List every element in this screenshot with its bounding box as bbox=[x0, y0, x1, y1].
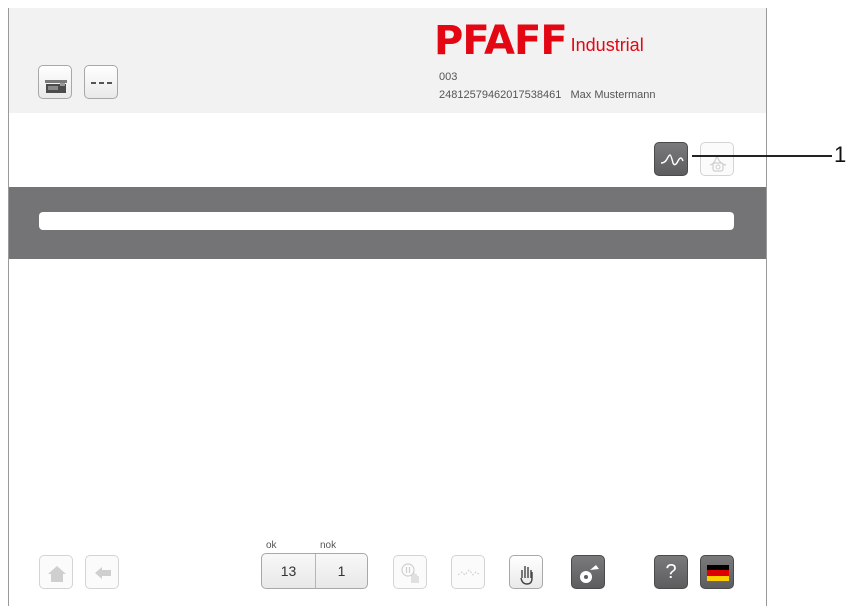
status-band bbox=[9, 187, 766, 259]
ok-count: 13 bbox=[280, 563, 297, 579]
bobbin-weight-button[interactable] bbox=[700, 142, 734, 176]
stitch-curve-button[interactable] bbox=[451, 555, 485, 589]
brand-name: PFAFF bbox=[434, 18, 568, 64]
seam-curve-icon bbox=[660, 154, 684, 166]
stitch-curve-icon bbox=[457, 569, 481, 576]
hand-icon bbox=[520, 566, 533, 585]
bobbin-thread-icon bbox=[580, 565, 599, 583]
back-button[interactable] bbox=[85, 555, 119, 589]
german-flag-icon bbox=[707, 565, 729, 581]
seam-curve-button[interactable] bbox=[654, 142, 688, 176]
nok-label: nok bbox=[320, 540, 337, 551]
brand-logo: PFAFF Industrial bbox=[434, 18, 644, 64]
progress-bar bbox=[39, 212, 734, 230]
nok-count: 1 bbox=[337, 563, 346, 579]
header: PFAFF Industrial 003 24812579462017538461… bbox=[9, 8, 766, 113]
bobbin-weight-icon bbox=[709, 154, 727, 172]
pause-hand-icon bbox=[401, 563, 419, 583]
ok-label: ok bbox=[266, 540, 277, 551]
callout-number: 1 bbox=[834, 142, 847, 167]
pause-button[interactable] bbox=[393, 555, 427, 589]
machine-screen: PFAFF Industrial 003 24812579462017538461… bbox=[8, 8, 767, 606]
help-button[interactable]: ? bbox=[654, 555, 688, 589]
dashed-seam-icon bbox=[91, 82, 113, 84]
sewing-machine-button[interactable] bbox=[38, 65, 72, 99]
serial-and-user: 24812579462017538461 Max Mustermann bbox=[439, 89, 656, 101]
home-icon bbox=[48, 566, 66, 582]
ok-nok-counter: 13 1 bbox=[261, 553, 368, 589]
home-button[interactable] bbox=[39, 555, 73, 589]
callout-line bbox=[692, 155, 832, 157]
hand-button[interactable] bbox=[509, 555, 543, 589]
back-arrow-icon bbox=[95, 567, 111, 579]
brand-suffix: Industrial bbox=[570, 35, 644, 55]
sewing-machine-icon bbox=[45, 80, 67, 93]
machine-number: 003 bbox=[439, 71, 458, 83]
help-icon: ? bbox=[665, 561, 677, 583]
seam-program-button[interactable] bbox=[84, 65, 118, 99]
language-button[interactable] bbox=[700, 555, 734, 589]
bobbin-thread-button[interactable] bbox=[571, 555, 605, 589]
